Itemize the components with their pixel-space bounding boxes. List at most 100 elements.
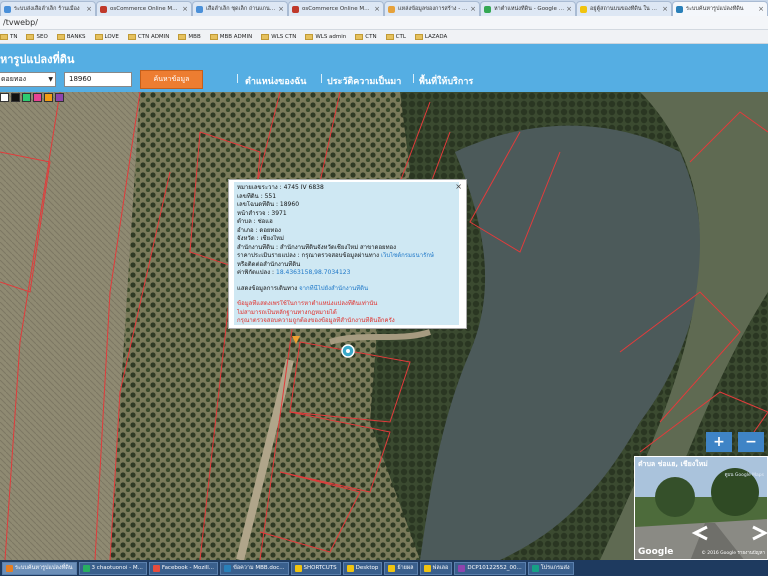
folder-icon bbox=[355, 33, 364, 40]
address-text[interactable]: /tvwebp/ bbox=[3, 18, 38, 27]
bookmark-label: WLS CTN bbox=[271, 33, 297, 40]
browser-tab[interactable]: ระบบส่งเสือลำเล็ก ร้านเมือง × bbox=[0, 1, 96, 16]
folder-icon bbox=[261, 33, 270, 40]
bookmark-item[interactable]: WLS CTN bbox=[261, 33, 297, 40]
taskbar-item-label: DCP10122552_00... bbox=[467, 565, 522, 571]
close-icon[interactable]: × bbox=[566, 5, 572, 13]
info-line-survey-page: หน้าสำรวจ : 3971 bbox=[237, 209, 287, 217]
browser-tab-label: osCommerce Online Merchant bbox=[302, 6, 373, 12]
bookmark-item[interactable]: SEO bbox=[26, 33, 48, 40]
route-link[interactable]: จากที่นี่ไปยังสำนักงานที่ดิน bbox=[299, 285, 368, 292]
bookmark-item[interactable]: CTN ADMIN bbox=[127, 33, 169, 40]
bookmark-item[interactable]: WLS admin bbox=[305, 33, 346, 40]
info-line-contact: หรือติดต่อสำนักงานที่ดิน bbox=[237, 260, 301, 268]
coords-label: ค่าพิกัดแปลง : bbox=[237, 269, 275, 276]
parcel-number-input[interactable]: 18960 bbox=[64, 72, 132, 87]
bookmark-item[interactable]: LOVE bbox=[94, 33, 119, 40]
info-line-parcel-no: เลขที่ดิน : 551 bbox=[237, 192, 277, 200]
folder-icon bbox=[414, 33, 423, 40]
bookmark-item[interactable]: TN bbox=[0, 33, 17, 40]
address-bar[interactable]: /tvwebp/ bbox=[0, 16, 768, 30]
close-icon[interactable]: × bbox=[182, 5, 188, 13]
browser-tab[interactable]: ระบบค้นหารูปแปลงที่ดิน × bbox=[672, 1, 768, 16]
zoom-out-button[interactable]: − bbox=[738, 432, 764, 452]
nav-history[interactable]: ประวัติความเป็นมา bbox=[327, 74, 401, 88]
search-button[interactable]: ค้นหาข้อมูล bbox=[140, 70, 203, 89]
parcel-info-popup: หมายเลขระวาง : 4745 IV 6838 เลขที่ดิน : … bbox=[228, 179, 467, 329]
info-line-route: แสดงข้อมูลการเดินทาง จากที่นี่ไปยังสำนัก… bbox=[237, 285, 456, 294]
favicon-icon bbox=[292, 5, 299, 13]
chevron-down-icon: ▼ bbox=[48, 76, 53, 83]
browser-tab[interactable]: หาตำแหน่งที่ดิน - Google Sea × bbox=[480, 1, 576, 16]
browser-tab-label: เสือลำเล็ก ชุดเล็ก ถ่านแกนเล็ก bbox=[206, 6, 277, 12]
folder-icon bbox=[209, 33, 218, 40]
browser-tab[interactable]: osCommerce Online Merchant× bbox=[288, 1, 384, 16]
folder-icon bbox=[94, 33, 103, 40]
close-icon[interactable]: × bbox=[662, 5, 668, 13]
bookmark-item[interactable]: LAZADA bbox=[414, 33, 448, 40]
zoom-in-button[interactable]: + bbox=[706, 432, 732, 452]
bookmark-item[interactable]: CTL bbox=[385, 33, 406, 40]
folder-icon bbox=[305, 33, 314, 40]
taskbar-item[interactable]: โปรแกรมส่ง bbox=[527, 561, 574, 575]
bookmark-item[interactable]: CTN bbox=[355, 33, 377, 40]
bookmark-label: LOVE bbox=[104, 33, 119, 40]
info-line-amphoe: อำเภอ : ดอยทอง bbox=[237, 226, 281, 234]
close-icon[interactable]: × bbox=[470, 5, 476, 13]
taskbar-item[interactable]: SHORTCUTS bbox=[290, 561, 341, 575]
browser-tab[interactable]: osCommerce Online Merchant× bbox=[96, 1, 192, 16]
browser-tab[interactable]: เสือลำเล็ก ชุดเล็ก ถ่านแกนเล็ก × bbox=[192, 1, 288, 16]
close-icon[interactable]: × bbox=[278, 5, 284, 13]
taskbar-item[interactable]: DCP10122552_00... bbox=[454, 561, 526, 575]
taskbar-item-label: ฟลเลอ bbox=[432, 565, 449, 571]
amphoe-select[interactable]: ดอยทอง ▼ bbox=[0, 72, 56, 87]
pin-marker[interactable] bbox=[341, 344, 355, 358]
taskbar-item[interactable]: Desktop bbox=[342, 561, 383, 575]
close-icon[interactable]: × bbox=[374, 5, 380, 13]
taskbar-item[interactable]: ข้อความ MBB.doc... bbox=[220, 561, 289, 575]
bookmark-item[interactable]: MBB ADMIN bbox=[209, 33, 253, 40]
color-swatch[interactable] bbox=[44, 93, 53, 102]
nav-my-location[interactable]: ตำแหน่งของฉัน bbox=[245, 74, 306, 88]
bookmark-item[interactable]: BANKS bbox=[56, 33, 86, 40]
streetview-location: ตำบล ช่อแฮ, เชียงใหม่ bbox=[638, 460, 708, 468]
taskbar-item-label: Facebook - Mozill... bbox=[161, 565, 215, 571]
taskbar-item[interactable]: ฟลเลอ bbox=[419, 561, 453, 575]
taskbar-item[interactable]: Facebook - Mozill... bbox=[148, 561, 219, 575]
close-icon[interactable]: × bbox=[86, 5, 92, 13]
streetview-maps-link[interactable]: ดูบน Google Maps bbox=[725, 471, 764, 478]
bookmark-label: CTN bbox=[365, 33, 377, 40]
treasury-link[interactable]: เว็บไซต์กรมธนารักษ์ bbox=[381, 252, 434, 259]
color-swatch[interactable] bbox=[33, 93, 42, 102]
bookmark-label: CTL bbox=[395, 33, 406, 40]
color-swatch[interactable] bbox=[55, 93, 64, 102]
taskbar-item-label: ย้ายผล bbox=[397, 565, 414, 571]
taskbar-item[interactable]: ระบบค้นหารูปแปลงที่ดิน bbox=[2, 561, 77, 575]
app-icon bbox=[388, 564, 396, 572]
taskbar-item[interactable]: ย้ายผล bbox=[384, 561, 418, 575]
taskbar-item-label: ข้อความ MBB.doc... bbox=[233, 565, 285, 571]
bookmark-label: MBB ADMIN bbox=[219, 33, 253, 40]
app-icon bbox=[294, 564, 302, 572]
close-icon[interactable]: × bbox=[455, 182, 462, 191]
info-line-sheet: หมายเลขระวาง : 4745 IV 6838 bbox=[237, 184, 324, 191]
browser-tab[interactable]: อยู่ตู้สถานบนของที่ดิน ใน goo × bbox=[576, 1, 672, 16]
coords-value[interactable]: 18.4363158,98.7034123 bbox=[276, 269, 350, 276]
color-swatch[interactable] bbox=[0, 93, 9, 102]
app-icon bbox=[82, 564, 90, 572]
bookmark-label: LAZADA bbox=[424, 33, 448, 40]
color-swatch[interactable] bbox=[11, 93, 20, 102]
browser-tab-label: แหล่งข้อมูลของการสร้าง - Go bbox=[398, 6, 469, 12]
folder-icon bbox=[178, 33, 187, 40]
close-icon[interactable]: × bbox=[758, 5, 764, 13]
browser-tab-label: osCommerce Online Merchant bbox=[110, 6, 181, 12]
info-line-deed-no: เลขโฉนดที่ดิน : 18960 bbox=[237, 201, 300, 208]
streetview-panel[interactable]: ตำบล ช่อแฮ, เชียงใหม่ ดูบน Google Maps G… bbox=[634, 456, 768, 560]
browser-tab[interactable]: แหล่งข้อมูลของการสร้าง - Go × bbox=[384, 1, 480, 16]
color-swatch[interactable] bbox=[22, 93, 31, 102]
nav-service-area[interactable]: พื้นที่ให้บริการ bbox=[419, 74, 473, 88]
favicon-icon bbox=[484, 5, 491, 13]
taskbar-item[interactable]: 3 chaotuonoi - M... bbox=[78, 561, 147, 575]
warning-line: กรุณาตรวจสอบความถูกต้องของข้อมูลที่สำนัก… bbox=[237, 317, 395, 324]
bookmark-item[interactable]: MBB bbox=[178, 33, 201, 40]
